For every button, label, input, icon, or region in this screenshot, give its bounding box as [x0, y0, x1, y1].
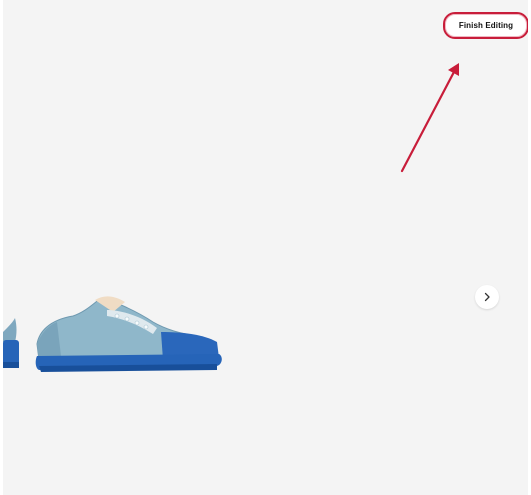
finish-editing-label: Finish Editing [458, 21, 514, 30]
main-shoe-image [35, 296, 222, 372]
finish-editing-button[interactable]: Finish Editing [443, 12, 528, 39]
chevron-right-icon [484, 292, 490, 302]
shoe-image [3, 296, 222, 372]
previous-shoe-image [3, 318, 19, 368]
next-slide-button[interactable] [475, 285, 499, 309]
product-canvas: Finish Editing [3, 0, 528, 495]
shoe-carousel [3, 270, 243, 390]
